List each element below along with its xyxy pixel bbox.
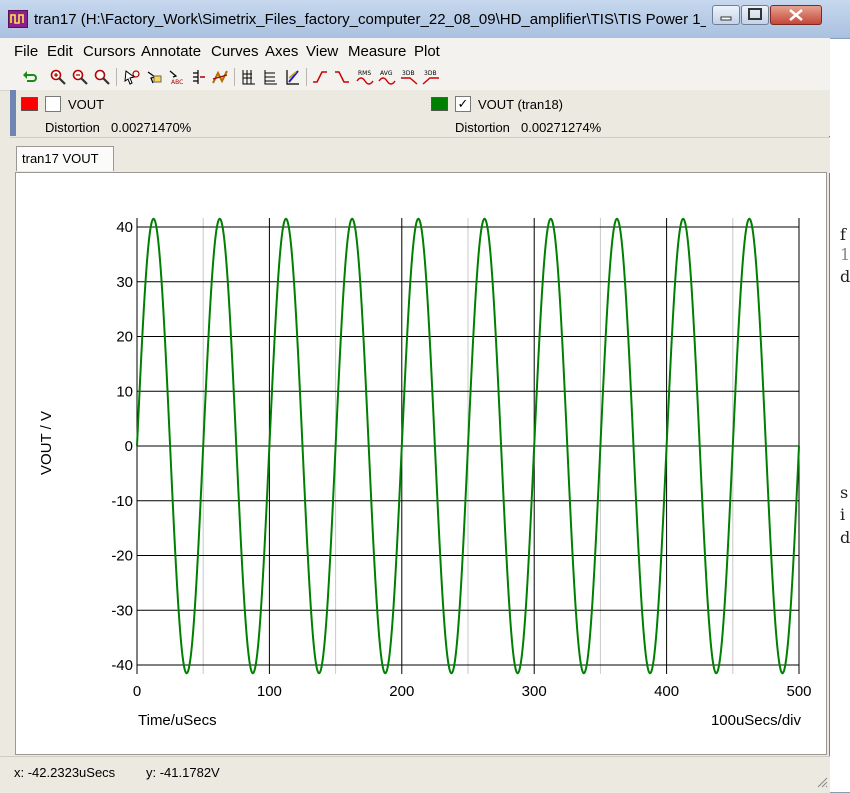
x-axis-label: Time/uSecs: [138, 712, 217, 729]
annotate-abc-icon[interactable]: ABC: [168, 69, 184, 85]
menu-bar: File Edit Cursors Annotate Curves Axes V…: [0, 38, 830, 64]
grid-icon[interactable]: [240, 69, 256, 85]
curve-checkbox-vout[interactable]: [45, 96, 61, 112]
y-tick-label: -20: [111, 548, 133, 565]
y-tick-label: 40: [116, 219, 133, 236]
toolbar-separator: [234, 68, 235, 86]
3db-icon[interactable]: 3DB: [400, 69, 420, 85]
label-icon[interactable]: [146, 69, 162, 85]
y-tick-label: 10: [116, 383, 133, 400]
menu-view[interactable]: View: [306, 43, 338, 60]
minimize-button[interactable]: [712, 5, 740, 25]
cursor-y-readout: y: -41.1782V: [146, 765, 220, 780]
x-tick-label: 200: [389, 683, 414, 700]
x-tick-label: 100: [257, 683, 282, 700]
rms-icon[interactable]: RMS: [356, 69, 376, 85]
toolbar-separator: [116, 68, 117, 86]
resize-grip-icon[interactable]: [816, 776, 828, 788]
undo-icon[interactable]: [22, 69, 38, 85]
3db-high-icon[interactable]: 3DB: [422, 69, 442, 85]
curve-checkbox-vout-tran18[interactable]: ✓: [455, 96, 471, 112]
y-tick-label: -40: [111, 657, 133, 674]
zoom-in-icon[interactable]: [50, 69, 66, 85]
zoom-out-icon[interactable]: [72, 69, 88, 85]
y-tick-label: 0: [125, 438, 133, 455]
tab-label: tran17 VOUT: [22, 151, 99, 166]
y-tick-label: 20: [116, 329, 133, 346]
avg-icon[interactable]: AVG: [378, 69, 398, 85]
measure-label-vout-tran18: Distortion: [455, 120, 510, 135]
close-button[interactable]: [770, 5, 822, 25]
y-tick-label: -30: [111, 602, 133, 619]
maximize-button[interactable]: [741, 5, 769, 25]
tab-strip: [10, 137, 830, 173]
menu-edit[interactable]: Edit: [47, 43, 73, 60]
axis-icon[interactable]: [190, 69, 206, 85]
y-tick-label: -10: [111, 493, 133, 510]
menu-axes[interactable]: Axes: [265, 43, 298, 60]
toolbar-separator: [306, 68, 307, 86]
menu-annotate[interactable]: Annotate: [141, 43, 201, 60]
legend-selection-strip: [10, 90, 16, 136]
menu-cursors[interactable]: Cursors: [83, 43, 136, 60]
avg-label: AVG: [380, 70, 393, 77]
toolbar: ABC RMS AVG 3DB 3DB: [0, 64, 830, 91]
status-bar: x: -42.2323uSecs y: -41.1782V: [0, 756, 830, 793]
curve-name-vout: VOUT: [68, 97, 105, 112]
curve-icon[interactable]: [212, 69, 228, 85]
x-tick-label: 400: [654, 683, 679, 700]
tab-tran17-vout[interactable]: tran17 VOUT: [16, 146, 114, 171]
close-icon: [789, 9, 803, 21]
title-bar: tran17 (H:\Factory_Work\Simetrix_Files_f…: [0, 0, 850, 39]
x-tick-label: 500: [786, 683, 811, 700]
minimize-icon: [720, 16, 732, 21]
curve-color-swatch-vout[interactable]: [21, 97, 38, 111]
background-document: f 1 d s i d: [830, 35, 850, 792]
rise-icon[interactable]: [312, 69, 328, 85]
y-axis-label: VOUT / V: [38, 411, 55, 475]
svg-text:ABC: ABC: [171, 79, 183, 85]
measure-value-vout: 0.00271470%: [111, 120, 192, 135]
menu-file[interactable]: File: [14, 43, 38, 60]
grid2-icon[interactable]: [262, 69, 278, 85]
fall-icon[interactable]: [334, 69, 350, 85]
x-tick-label: 300: [522, 683, 547, 700]
cursor-icon[interactable]: [124, 69, 140, 85]
menu-plot[interactable]: Plot: [414, 43, 440, 60]
measure-label-vout: Distortion: [45, 120, 100, 135]
y-tick-label: 30: [116, 274, 133, 291]
scale-per-division-label: 100uSecs/div: [711, 712, 802, 729]
zoom-full-icon[interactable]: [94, 69, 110, 85]
3db-label: 3DB: [402, 70, 415, 77]
menu-measure[interactable]: Measure: [348, 43, 406, 60]
window-title: tran17 (H:\Factory_Work\Simetrix_Files_f…: [34, 11, 706, 28]
menu-curves[interactable]: Curves: [211, 43, 259, 60]
curve-name-vout-tran18: VOUT (tran18): [478, 97, 564, 112]
grid-color-icon[interactable]: [284, 69, 300, 85]
maximize-icon: [748, 8, 762, 20]
cursor-x-readout: x: -42.2323uSecs: [14, 765, 116, 780]
simetrix-app-icon: [8, 10, 28, 28]
measure-value-vout-tran18: 0.00271274%: [521, 120, 602, 135]
3db-high-label: 3DB: [424, 70, 437, 77]
x-tick-label: 0: [133, 683, 141, 700]
plot-window: tran17 (H:\Factory_Work\Simetrix_Files_f…: [0, 0, 850, 793]
waveform-chart[interactable]: 0 100 200 300 400 500 -40 -30 -20 -10 0 10 20 30 40 VOU…: [16, 173, 826, 754]
curve-color-swatch-vout-tran18[interactable]: [431, 97, 448, 111]
plot-area[interactable]: 0 100 200 300 400 500 -40 -30 -20 -10 0 10 20 30 40 VOU…: [15, 172, 827, 755]
rms-label: RMS: [358, 70, 371, 77]
